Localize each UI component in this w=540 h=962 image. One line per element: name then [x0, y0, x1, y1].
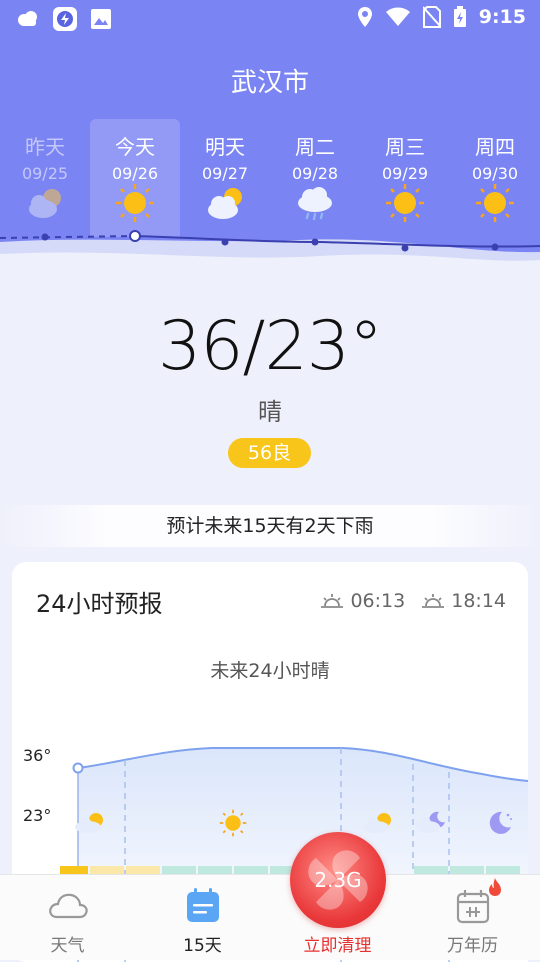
night-cloudy-icon	[416, 811, 445, 833]
day-thursday[interactable]: 周四 09/30	[450, 119, 540, 237]
nav-weather[interactable]: 天气	[0, 875, 135, 961]
sunrise-time: 06:13	[350, 590, 406, 612]
forecast-note: 未来24小时晴	[210, 660, 330, 682]
cloud-app-icon	[18, 11, 37, 26]
nav-label: 立即清理	[303, 936, 372, 956]
nav-calendar[interactable]: 万年历	[405, 875, 540, 961]
day-date: 09/30	[471, 164, 519, 183]
sun-times: 06:13 18:14	[320, 590, 506, 612]
rain-forecast-banner[interactable]: 预计未来15天有2天下雨	[0, 505, 540, 547]
sunny-icon	[386, 184, 424, 222]
day-label: 周三	[385, 135, 425, 159]
sunny-icon	[116, 184, 154, 222]
day-label: 昨天	[25, 135, 65, 159]
day-label: 周二	[295, 135, 335, 159]
partly-cloudy-icon	[29, 189, 61, 218]
partly-cloudy-icon	[75, 813, 103, 833]
partly-cloudy-icon	[363, 813, 391, 833]
day-today[interactable]: 今天 09/26	[90, 119, 180, 237]
day-date: 09/29	[381, 164, 429, 183]
bottom-navigation: 天气 15天 立即清理 万年历	[0, 874, 540, 960]
battery-charging-icon	[453, 6, 466, 27]
nav-label: 15天	[183, 936, 222, 956]
sunny-icon	[219, 809, 247, 837]
card-title: 24小时预报	[36, 590, 163, 618]
no-sim-icon	[422, 6, 441, 28]
day-wednesday[interactable]: 周三 09/29	[360, 119, 450, 237]
day-label: 今天	[115, 135, 155, 159]
sunrise-icon	[321, 594, 344, 608]
day-label: 周四	[475, 135, 515, 159]
day-tuesday[interactable]: 周二 09/28	[270, 119, 360, 237]
nav-15-day[interactable]: 15天	[135, 875, 270, 961]
shield-app-icon	[53, 7, 77, 31]
sunset-icon	[422, 594, 445, 608]
nav-label: 天气	[50, 936, 85, 956]
sunny-icon	[476, 184, 514, 222]
partly-cloudy-icon	[208, 188, 242, 219]
sunset-time: 18:14	[451, 590, 506, 612]
sunset: 18:14	[421, 590, 506, 612]
day-date: 09/26	[111, 164, 159, 183]
day-tomorrow[interactable]: 明天 09/27	[180, 119, 270, 237]
day-date: 09/25	[21, 164, 69, 183]
day-date: 09/27	[201, 164, 249, 183]
clock: 9:15	[478, 6, 526, 28]
nav-label: 万年历	[447, 936, 498, 956]
junk-size: 2.3G	[314, 868, 362, 892]
status-bar: 9:15	[0, 0, 540, 36]
location-icon	[357, 7, 372, 27]
wifi-icon	[385, 7, 410, 26]
sunrise: 06:13	[320, 590, 405, 612]
day-yesterday[interactable]: 昨天 09/25	[0, 119, 90, 237]
day-label: 明天	[205, 135, 245, 159]
day-timeline-wave	[0, 230, 540, 268]
city-title[interactable]: 武汉市	[0, 62, 540, 99]
temperature-range: 36/23°	[158, 307, 383, 386]
day-date: 09/28	[291, 164, 339, 183]
weather-condition: 晴	[258, 398, 282, 426]
moon-icon	[489, 811, 512, 834]
clean-memory-button[interactable]: 2.3G	[290, 832, 386, 928]
hot-flame-icon	[489, 878, 501, 896]
aqi-badge[interactable]: 56良	[228, 438, 311, 468]
image-icon	[91, 9, 111, 29]
calendar-icon	[187, 888, 219, 922]
cloud-icon	[49, 893, 88, 919]
weather-header: 9:15 武汉市 昨天 09/25 今天 09/26 明天 09/27 周二 0…	[0, 0, 540, 268]
rain-icon	[298, 187, 332, 221]
